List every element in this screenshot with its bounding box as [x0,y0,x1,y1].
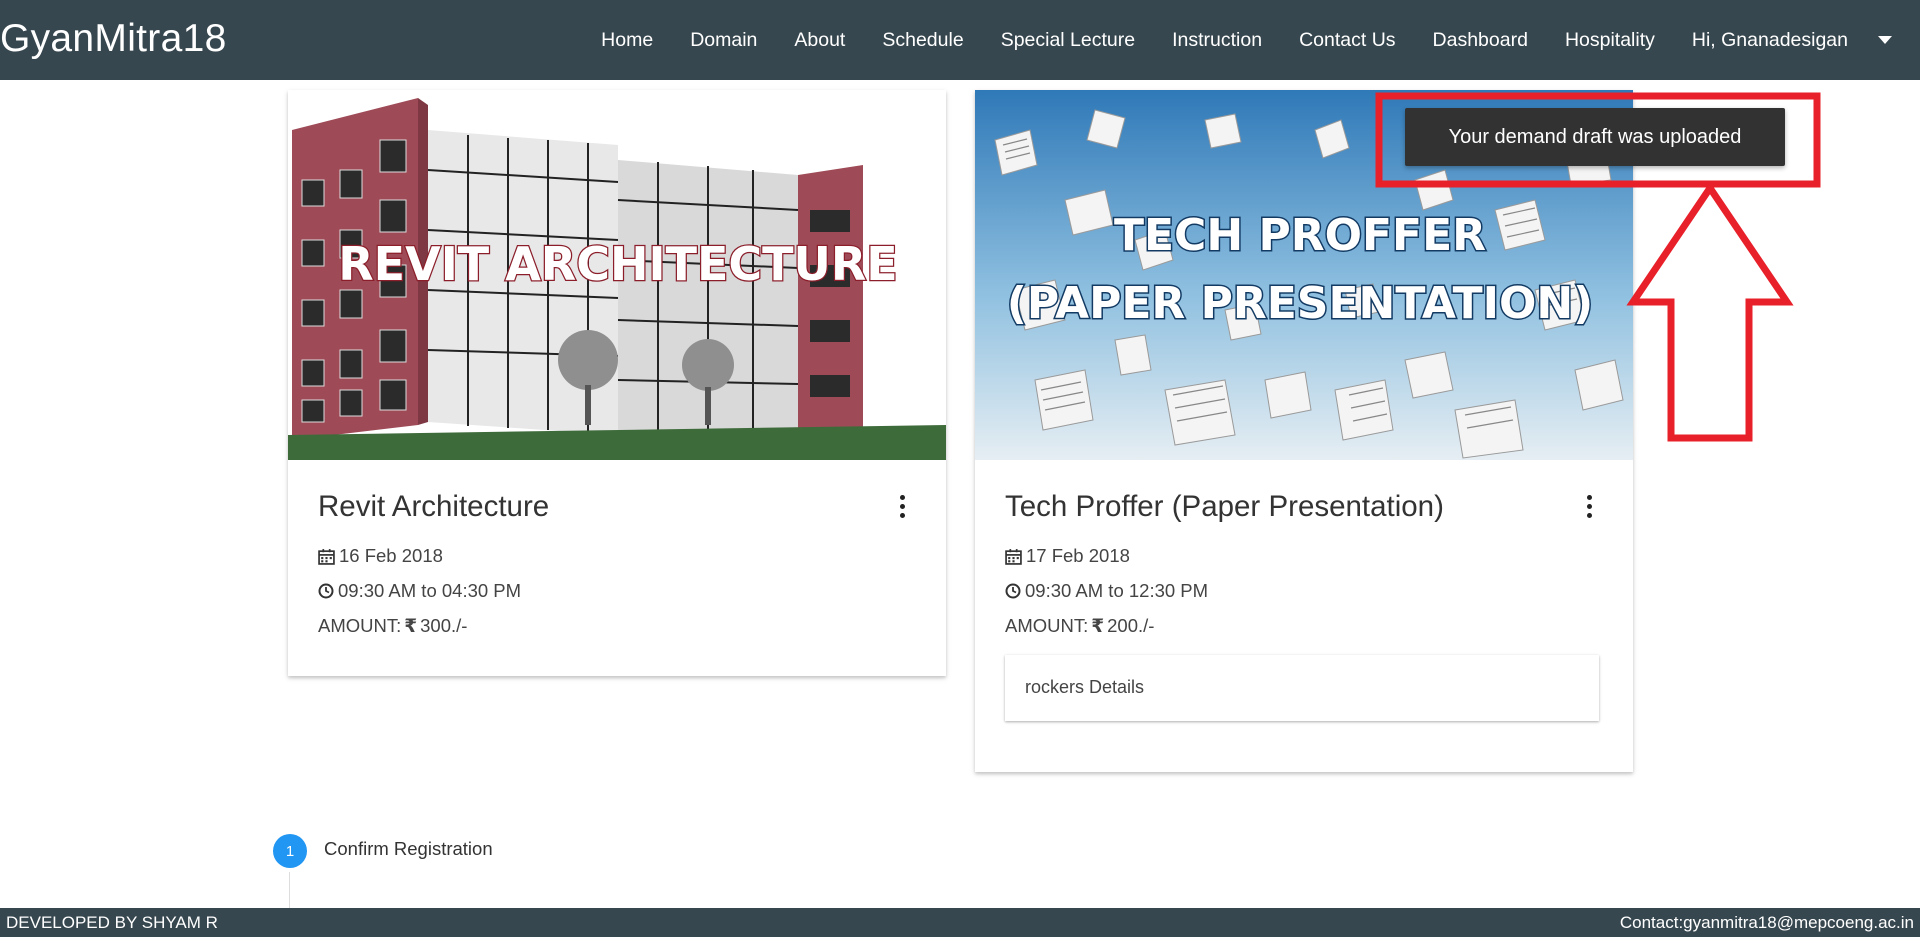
step-connector [289,872,290,912]
banner-text-line1: TECH PROFFER [1114,210,1486,261]
event-title: Revit Architecture [318,490,550,523]
amount-label: AMOUNT: [318,615,402,636]
toast-message: Your demand draft was uploaded [1448,125,1742,148]
step-number-badge[interactable]: 1 [273,834,307,868]
toast-notification: Your demand draft was uploaded [1405,108,1785,166]
event-time: 09:30 AM to 12:30 PM [1025,580,1209,601]
event-date: 16 Feb 2018 [339,545,443,566]
amount-label: AMOUNT: [1005,615,1089,636]
nav-about[interactable]: About [794,29,845,52]
event-date-row: 17 Feb 2018 [1005,545,1130,567]
banner-text-revit: REVIT ARCHITECTURE [338,237,897,291]
nav-home[interactable]: Home [601,29,653,52]
clock-icon [318,583,334,599]
event-date: 17 Feb 2018 [1026,545,1130,566]
amount-value: 300./- [420,615,468,636]
nav-contact-us[interactable]: Contact Us [1299,29,1395,52]
more-vert-icon[interactable] [898,495,906,525]
event-card-tech-proffer: TECH PROFFER (PAPER PRESENTATION) Tech P… [975,90,1633,772]
event-title: Tech Proffer (Paper Presentation) [1005,490,1444,523]
more-vert-icon[interactable] [1585,495,1593,525]
annotation-arrow-icon [1626,181,1794,442]
rupee-icon: ₹ [404,615,418,636]
step-confirm-registration[interactable]: Confirm Registration [324,838,493,860]
event-date-row: 16 Feb 2018 [318,545,443,567]
clock-icon [1005,583,1021,599]
nav-schedule[interactable]: Schedule [882,29,963,52]
event-time: 09:30 AM to 04:30 PM [338,580,522,601]
footer-developer-credit: DEVELOPED BY SHYAM R [6,913,218,932]
rupee-icon: ₹ [1091,615,1105,636]
nav-instruction[interactable]: Instruction [1172,29,1262,52]
event-amount-row: AMOUNT: ₹ 300./- [318,615,467,637]
nav-domain[interactable]: Domain [690,29,757,52]
nav-special-lecture[interactable]: Special Lecture [1001,29,1135,52]
event-amount-row: AMOUNT: ₹ 200./- [1005,615,1154,637]
event-time-row: 09:30 AM to 04:30 PM [318,580,521,602]
nav-links: Home Domain About Schedule Special Lectu… [564,0,1892,80]
amount-value: 200./- [1107,615,1155,636]
calendar-icon [1005,548,1022,565]
banner-text-line2: (PAPER PRESENTATION) [1007,278,1594,329]
event-card-revit: REVIT ARCHITECTURE Revit Architecture 16… [288,90,946,676]
event-image-revit: REVIT ARCHITECTURE [288,90,946,460]
brand-logo[interactable]: GyanMitra18 [0,13,227,65]
footer: DEVELOPED BY SHYAM R Contact:gyanmitra18… [0,908,1920,937]
top-navbar: GyanMitra18 Home Domain About Schedule S… [0,0,1920,80]
team-details-panel[interactable]: rockers Details [1005,655,1599,721]
nav-user-greeting[interactable]: Hi, Gnanadesigan [1692,29,1848,52]
event-time-row: 09:30 AM to 12:30 PM [1005,580,1208,602]
nav-hospitality[interactable]: Hospitality [1565,29,1655,52]
calendar-icon [318,548,335,565]
footer-contact-email[interactable]: Contact:gyanmitra18@mepcoeng.ac.in [1620,913,1914,933]
nav-dashboard[interactable]: Dashboard [1433,29,1528,52]
building-illustration: REVIT ARCHITECTURE [288,90,946,460]
chevron-down-icon[interactable] [1878,36,1892,44]
